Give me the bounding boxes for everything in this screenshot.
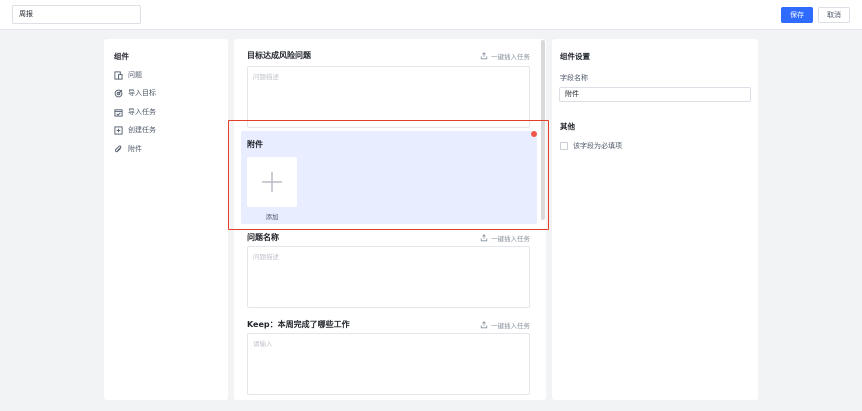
component-item-create-task[interactable]: 创建任务	[114, 124, 156, 136]
component-item-label: 附件	[128, 145, 142, 153]
required-checkbox-row[interactable]: 该字段为必填项	[560, 141, 622, 151]
target-icon	[114, 89, 123, 98]
component-item-attachment[interactable]: 附件	[114, 143, 142, 155]
upload-icon	[480, 234, 488, 242]
other-title: 其他	[560, 122, 575, 131]
component-item-label: 创建任务	[128, 126, 156, 134]
question-description-textarea[interactable]: 问题描述	[247, 246, 530, 308]
settings-title: 组件设置	[560, 52, 590, 61]
insert-task-link[interactable]: 一键插入任务	[480, 51, 530, 61]
required-label: 该字段为必填项	[573, 142, 622, 150]
component-item-label: 问题	[128, 71, 142, 79]
insert-task-link[interactable]: 一键插入任务	[480, 320, 530, 330]
component-item-import-goal[interactable]: 导入目标	[114, 87, 156, 99]
components-panel: 组件 问题 导入目标 导入任务 创建任务 附件	[104, 39, 228, 400]
paperclip-icon	[114, 144, 123, 154]
component-item-label: 导入目标	[128, 89, 156, 97]
section-title: Keep：本周完成了哪些工作	[247, 320, 350, 329]
section-title: 问题名称	[247, 233, 279, 242]
components-title: 组件	[114, 52, 129, 61]
selection-highlight	[228, 120, 549, 230]
question-doc-icon	[114, 70, 123, 80]
add-square-icon	[114, 125, 123, 135]
save-button[interactable]: 保存	[781, 7, 813, 23]
report-title-input[interactable]: 周报	[12, 5, 141, 24]
insert-task-link[interactable]: 一键插入任务	[480, 233, 530, 243]
component-item-question[interactable]: 问题	[114, 69, 142, 81]
field-name-label: 字段名称	[560, 74, 588, 82]
field-name-input[interactable]: 附件	[559, 87, 751, 102]
component-item-label: 导入任务	[128, 108, 156, 116]
insert-task-label: 一键插入任务	[491, 235, 530, 243]
keep-work-textarea[interactable]: 请输入	[247, 333, 530, 395]
insert-task-label: 一键插入任务	[491, 322, 530, 330]
upload-icon	[480, 321, 488, 329]
cancel-button[interactable]: 取消	[818, 7, 850, 23]
top-bar: 周报 保存 取消	[0, 0, 862, 30]
insert-task-label: 一键插入任务	[491, 53, 530, 61]
risk-description-textarea[interactable]: 问题描述	[247, 66, 530, 128]
required-checkbox[interactable]	[560, 142, 568, 150]
section-title: 目标达成风险问题	[247, 51, 311, 60]
component-item-import-task[interactable]: 导入任务	[114, 106, 156, 118]
task-calendar-icon	[114, 108, 123, 117]
settings-panel: 组件设置 字段名称 附件 其他 该字段为必填项	[552, 39, 758, 400]
upload-icon	[480, 52, 488, 60]
